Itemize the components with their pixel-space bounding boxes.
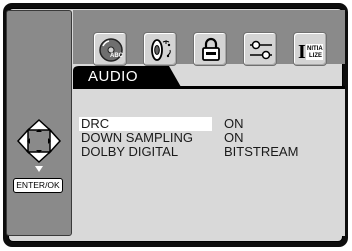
svg-text:LIZE: LIZE: [309, 53, 322, 59]
dpad-arrows-icon: [16, 118, 62, 164]
settings-area: [73, 89, 345, 236]
setting-name: DOLBY DIGITAL: [81, 144, 179, 159]
setting-name: DOWN SAMPLING: [81, 130, 193, 145]
svg-text:ABC: ABC: [110, 53, 124, 59]
svg-text:I: I: [298, 41, 306, 63]
disc-icon-button[interactable]: ABC: [93, 32, 127, 66]
setting-value: ON: [224, 130, 244, 145]
svg-text:NITIA: NITIA: [307, 46, 323, 52]
settings-icon-button[interactable]: [243, 32, 277, 66]
equalizer-sliders-icon: [250, 40, 272, 60]
enter-ok-button[interactable]: ENTER/OK: [13, 178, 63, 193]
navigation-pad[interactable]: [16, 118, 62, 164]
setting-value: ON: [224, 116, 244, 131]
tab-audio[interactable]: AUDIO: [73, 66, 183, 87]
initialize-icon: I NITIA LIZE: [298, 41, 323, 63]
audio-icon-button[interactable]: [143, 32, 177, 66]
lock-icon-button[interactable]: [193, 32, 227, 66]
speaker-sound-icon: [151, 39, 171, 61]
initialize-icon-button[interactable]: I NITIA LIZE: [293, 32, 327, 66]
setting-name: DRC: [79, 117, 212, 131]
setting-value: BITSTREAM: [224, 144, 299, 159]
lock-icon: [202, 37, 220, 61]
down-arrow-icon: [35, 166, 43, 172]
disc-abc-icon: ABC: [99, 38, 124, 62]
category-icon-bar: ABC I NITIA LIZE: [73, 10, 345, 66]
tab-audio-label: AUDIO: [88, 68, 139, 85]
